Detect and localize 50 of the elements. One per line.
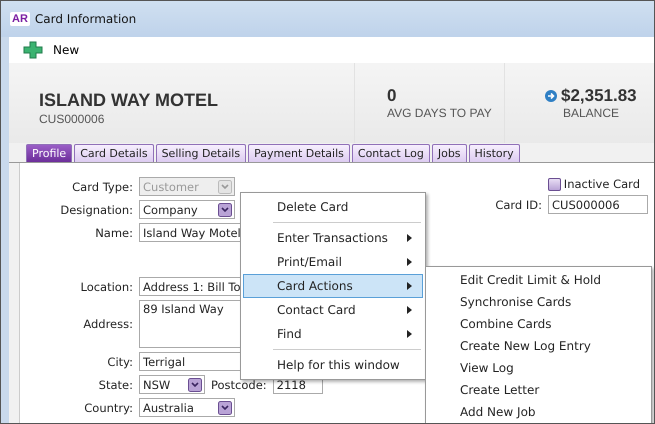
tab[interactable]: Jobs [432, 144, 467, 162]
menu-item[interactable]: Contact Card [243, 298, 423, 322]
plus-icon [23, 41, 43, 59]
menu-item[interactable]: Edit Credit Limit & Hold [426, 269, 651, 291]
field-label: Postcode: [211, 378, 267, 392]
field-label: City: [106, 354, 133, 368]
stat-label: AVG DAYS TO PAY [387, 106, 493, 120]
menu-item[interactable]: Help for this window [243, 353, 423, 377]
tab[interactable]: Selling Details [156, 144, 246, 162]
menu-item[interactable]: Find [243, 322, 423, 346]
app-badge: AR [10, 12, 30, 26]
field-label: Location: [79, 280, 133, 294]
menu-item[interactable]: Combine Cards [426, 313, 651, 335]
menu-item[interactable]: Add New Job [426, 401, 651, 423]
menu-item[interactable]: Create New Log Entry [426, 335, 651, 357]
field-label: Card Type: [71, 180, 133, 194]
new-button[interactable]: New [21, 39, 82, 61]
customer-name: ISLAND WAY MOTEL [39, 90, 220, 111]
dropdown[interactable]: Australia [139, 398, 235, 417]
stat-label: BALANCE [562, 106, 620, 120]
field-label: Country: [83, 400, 133, 414]
tab[interactable]: Card Details [74, 144, 154, 162]
menu-item[interactable]: Enter Transactions [243, 226, 423, 250]
arrow-icon[interactable] [545, 90, 557, 102]
field-label: Name: [94, 226, 133, 240]
field-label: Address: [82, 317, 133, 331]
tab[interactable]: Payment Details [248, 144, 350, 162]
tab[interactable]: Profile [26, 144, 72, 162]
menu-item[interactable]: Synchronise Cards [426, 291, 651, 313]
tab[interactable]: Contact Log [352, 144, 430, 162]
tab[interactable]: History [468, 144, 520, 162]
menu-item[interactable]: Card Actions [243, 274, 423, 298]
field-label: Card ID: [495, 198, 542, 212]
chevron-icon [188, 378, 202, 392]
dropdown[interactable]: Company [139, 200, 235, 219]
menu-item[interactable]: Delete Card [243, 195, 423, 219]
chevron-icon [218, 400, 232, 414]
field-label: Designation: [59, 202, 133, 216]
menu-item[interactable]: Print/Email [243, 250, 423, 274]
chevron-icon [218, 202, 232, 216]
stat-value: 0 [387, 86, 396, 106]
field-label: State: [98, 378, 133, 392]
stat-value: $2,351.83 [561, 86, 637, 106]
window-title: Card Information [34, 12, 136, 26]
dropdown[interactable]: NSW [139, 375, 205, 394]
chevron-icon [218, 180, 232, 194]
menu-item[interactable]: View Log [426, 357, 651, 379]
customer-id: CUS000006 [39, 112, 106, 126]
menu-item[interactable]: Create Letter [426, 379, 651, 401]
text-field[interactable]: CUS000006 [548, 195, 648, 214]
